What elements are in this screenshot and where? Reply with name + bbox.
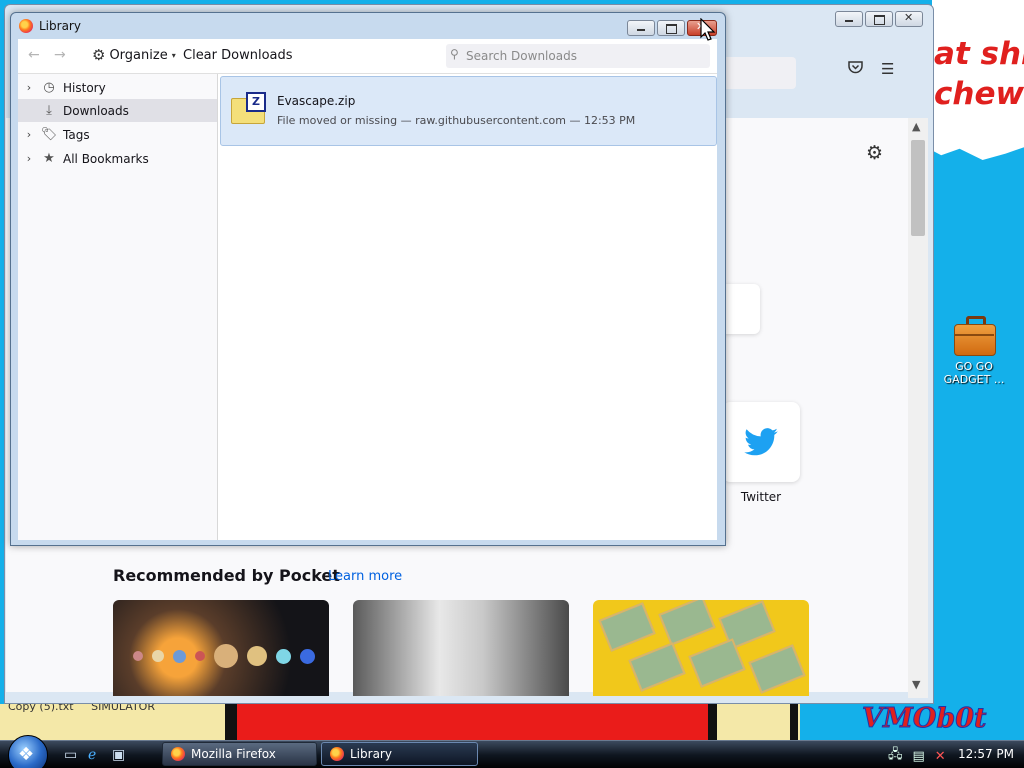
sidebar-item-history[interactable]: › ◷ History	[18, 76, 217, 99]
wallpaper-text-bottom: chew	[934, 76, 1024, 112]
sidebar-item-label: History	[63, 80, 106, 95]
pocket-section-title: Recommended by Pocket	[113, 566, 340, 585]
system-tray: 🖧 ▤ ✕	[888, 745, 946, 767]
hamburger-menu-icon[interactable]: ☰	[881, 60, 894, 78]
sidebar-item-label: All Bookmarks	[63, 151, 149, 166]
start-button[interactable]: ❖	[8, 735, 48, 768]
downloads-list: Z Evascape.zip File moved or missing — r…	[218, 74, 717, 540]
internet-explorer-icon[interactable]: ℯ	[88, 747, 96, 763]
firefox-logo-icon	[330, 747, 344, 761]
taskbar-clock[interactable]: 12:57 PM	[958, 747, 1014, 761]
library-window: Library ← → ⚙ Organize ▾ Clear Downloads…	[10, 12, 726, 546]
expand-chevron-icon[interactable]: ›	[18, 81, 40, 94]
firefox-logo-icon	[19, 19, 33, 33]
pocket-card-airplane[interactable]	[353, 600, 569, 696]
taskbar-button-label: Mozilla Firefox	[191, 747, 276, 761]
twitter-bird-icon	[744, 428, 778, 456]
wallpaper-yellow-strip-2	[715, 704, 800, 740]
library-sidebar: › ◷ History ⤓ Downloads › 🏷 Tags › ★ All…	[18, 74, 218, 540]
planets-image	[133, 644, 315, 668]
firefox-toolbar-right: ☰	[848, 60, 894, 78]
chevron-down-icon: ▾	[171, 50, 176, 60]
taskbar-button-label: Library	[350, 747, 392, 761]
wallpaper-text-top: at shi	[934, 36, 1024, 72]
pocket-card-money[interactable]	[593, 600, 809, 696]
firefox-logo-icon	[171, 747, 185, 761]
download-status: File moved or missing — raw.githubuserco…	[277, 114, 636, 127]
scroll-down-icon[interactable]: ▼	[912, 678, 920, 691]
download-icon: ⤓	[46, 103, 52, 118]
download-filename: Evascape.zip	[277, 94, 356, 108]
search-icon: ⚲	[450, 47, 459, 61]
search-placeholder: Search Downloads	[466, 49, 577, 63]
desktop-icon-label: GO GO GADGET ...	[943, 360, 1005, 386]
tag-icon: 🏷	[40, 127, 58, 142]
monitor-icon[interactable]: ▤	[913, 749, 925, 764]
scroll-up-icon[interactable]: ▲	[912, 120, 920, 133]
briefcase-icon	[954, 316, 996, 356]
mouse-cursor-icon	[700, 18, 716, 41]
maximize-button[interactable]	[865, 11, 893, 27]
wallpaper-red-strip	[235, 704, 715, 740]
taskbar-button-firefox[interactable]: Mozilla Firefox	[162, 742, 317, 766]
pocket-card-planets[interactable]	[113, 600, 329, 696]
expand-chevron-icon[interactable]: ›	[18, 152, 40, 165]
wallpaper-black-line	[225, 704, 237, 740]
library-minimize-button[interactable]	[627, 20, 655, 36]
show-desktop-icon[interactable]: ▭	[64, 747, 77, 763]
taskbar-button-library[interactable]: Library	[321, 742, 478, 766]
sidebar-item-tags[interactable]: › 🏷 Tags	[18, 123, 217, 146]
minimize-button[interactable]	[835, 11, 863, 27]
switch-windows-icon[interactable]: ▣	[112, 747, 125, 763]
organize-button[interactable]: ⚙ Organize ▾	[92, 46, 176, 64]
wallpaper-black-line-3	[790, 704, 798, 740]
url-bar[interactable]	[720, 57, 796, 89]
gear-icon: ⚙	[92, 46, 106, 64]
pocket-learn-more-link[interactable]: Learn more	[328, 569, 402, 584]
library-title: Library	[39, 19, 81, 33]
library-maximize-button[interactable]	[657, 20, 685, 36]
sidebar-item-label: Tags	[63, 127, 90, 142]
library-titlebar: Library	[19, 19, 81, 33]
network-icon[interactable]: 🖧	[888, 745, 903, 767]
organize-label: Organize	[109, 47, 168, 63]
wallpaper-black-line-2	[708, 704, 717, 740]
volume-muted-icon[interactable]: ✕	[935, 749, 946, 764]
page-scrollbar[interactable]: ▲ ▼	[908, 118, 928, 698]
scrollbar-thumb[interactable]	[911, 140, 925, 236]
wallpaper-signature: VMOb0t	[862, 703, 987, 735]
close-button[interactable]	[895, 11, 923, 27]
firefox-window-controls	[835, 11, 923, 27]
windows-logo-icon: ❖	[18, 744, 35, 765]
star-icon: ★	[43, 151, 55, 166]
forward-arrow-icon[interactable]: →	[54, 47, 66, 63]
zip-file-icon: Z	[231, 92, 266, 124]
taskbar: ❖ ▭ ℯ ▣ Mozilla Firefox Library 🖧 ▤ ✕ 12…	[0, 735, 1024, 768]
sidebar-item-all-bookmarks[interactable]: › ★ All Bookmarks	[18, 147, 217, 170]
clear-downloads-button[interactable]: Clear Downloads	[183, 48, 293, 63]
library-toolbar: ← → ⚙ Organize ▾ Clear Downloads ⚲ Searc…	[18, 39, 717, 74]
shortcut-tile[interactable]	[720, 284, 760, 334]
clock-icon: ◷	[43, 80, 55, 95]
twitter-shortcut-tile[interactable]	[722, 402, 800, 482]
back-arrow-icon[interactable]: ←	[28, 47, 40, 63]
download-item[interactable]: Z Evascape.zip File moved or missing — r…	[220, 76, 717, 146]
settings-gear-icon[interactable]: ⚙	[866, 142, 883, 164]
sidebar-item-label: Downloads	[63, 103, 129, 118]
twitter-shortcut-label: Twitter	[740, 490, 782, 504]
desktop-icon-gadget[interactable]: GO GO GADGET ...	[943, 316, 1005, 386]
pocket-icon[interactable]	[848, 60, 863, 78]
expand-chevron-icon[interactable]: ›	[18, 128, 40, 141]
search-downloads-input[interactable]: ⚲ Search Downloads	[446, 44, 710, 68]
sidebar-item-downloads[interactable]: ⤓ Downloads	[18, 99, 217, 122]
